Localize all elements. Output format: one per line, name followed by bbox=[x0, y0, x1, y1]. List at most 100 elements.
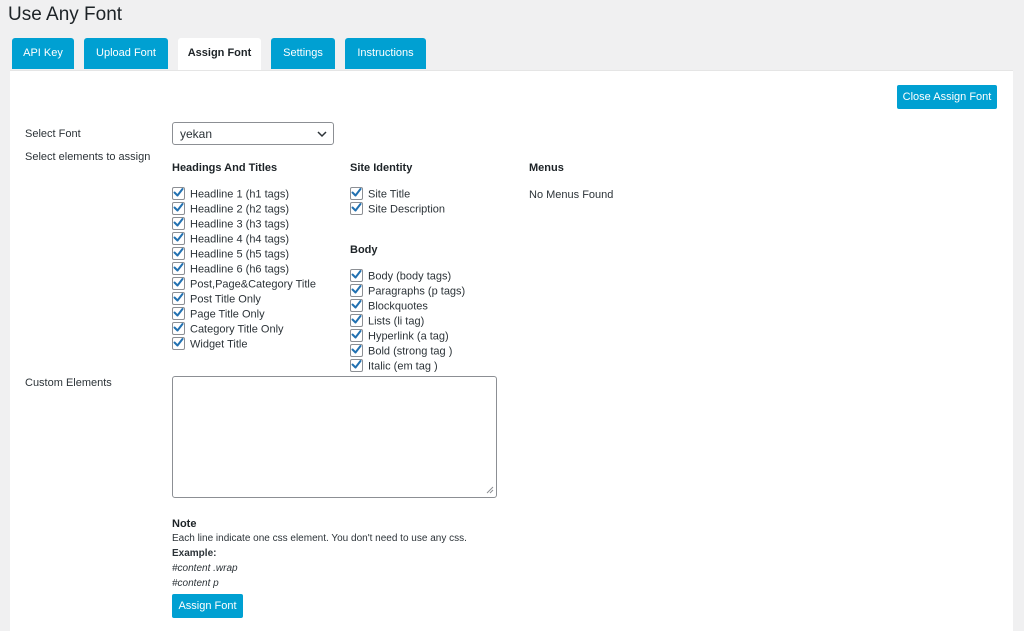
heading-option-label: Headline 6 (h6 tags) bbox=[190, 263, 290, 276]
select-elements-label: Select elements to assign bbox=[25, 151, 151, 163]
heading-option-label: Headline 2 (h2 tags) bbox=[190, 203, 290, 216]
heading-option-label: Widget Title bbox=[190, 337, 248, 350]
site-identity-group-title: Site Identity bbox=[350, 162, 413, 174]
select-font-label: Select Font bbox=[25, 128, 81, 140]
heading-option-label: Headline 1 (h1 tags) bbox=[190, 188, 290, 201]
body-option-label: Paragraphs (p tags) bbox=[368, 285, 466, 298]
assign-font-button[interactable]: Assign Font bbox=[172, 594, 243, 618]
checkbox[interactable] bbox=[350, 313, 363, 327]
site-identity-option[interactable]: Site Description bbox=[350, 201, 446, 217]
heading-option[interactable]: Headline 6 (h6 tags) bbox=[172, 261, 290, 277]
checkbox[interactable] bbox=[172, 216, 185, 230]
check-icon bbox=[173, 247, 184, 257]
check-icon bbox=[173, 202, 184, 212]
check-icon bbox=[351, 359, 362, 369]
body-option-label: Bold (strong tag ) bbox=[368, 345, 453, 358]
heading-option[interactable]: Widget Title bbox=[172, 336, 248, 352]
body-option-label: Italic (em tag ) bbox=[368, 360, 438, 373]
checkbox[interactable] bbox=[350, 298, 363, 312]
heading-option[interactable]: Headline 3 (h3 tags) bbox=[172, 216, 290, 232]
tab-assign-font[interactable]: Assign Font bbox=[178, 38, 261, 70]
heading-option[interactable]: Page Title Only bbox=[172, 306, 265, 322]
page-title: Use Any Font bbox=[8, 4, 123, 25]
checkbox[interactable] bbox=[172, 336, 185, 350]
site-identity-option-label: Site Title bbox=[368, 188, 411, 201]
checkbox[interactable] bbox=[172, 276, 185, 290]
heading-option[interactable]: Headline 1 (h1 tags) bbox=[172, 187, 290, 202]
checkbox[interactable] bbox=[350, 187, 363, 200]
site-identity-option[interactable]: Site Title bbox=[350, 187, 411, 202]
heading-option-label: Category Title Only bbox=[190, 322, 284, 335]
checkbox[interactable] bbox=[172, 187, 185, 200]
checkbox[interactable] bbox=[172, 261, 185, 275]
headings-group-title: Headings And Titles bbox=[172, 162, 278, 174]
checkbox[interactable] bbox=[350, 343, 363, 357]
close-assign-font-button[interactable]: Close Assign Font bbox=[897, 85, 997, 109]
body-option[interactable]: Hyperlink (a tag) bbox=[350, 328, 449, 344]
site-identity-option-label: Site Description bbox=[368, 203, 446, 216]
check-icon bbox=[173, 232, 184, 242]
heading-option-label: Post Title Only bbox=[190, 293, 261, 306]
check-icon bbox=[173, 262, 184, 272]
heading-option[interactable]: Category Title Only bbox=[172, 321, 284, 337]
tab-settings[interactable]: Settings bbox=[271, 38, 335, 69]
checkbox[interactable] bbox=[172, 246, 185, 260]
heading-option-label: Page Title Only bbox=[190, 308, 265, 320]
check-icon bbox=[351, 270, 362, 279]
body-option[interactable]: Paragraphs (p tags) bbox=[350, 283, 466, 299]
checkbox[interactable] bbox=[172, 306, 185, 320]
heading-option[interactable]: Post Title Only bbox=[172, 291, 261, 307]
body-option[interactable]: Italic (em tag ) bbox=[350, 358, 438, 374]
check-icon bbox=[173, 217, 184, 227]
heading-option[interactable]: Post,Page&Category Title bbox=[172, 276, 316, 292]
check-icon bbox=[351, 314, 362, 324]
heading-option-label: Post,Page&Category Title bbox=[190, 278, 316, 291]
tab-api-key[interactable]: API Key bbox=[12, 38, 74, 69]
menus-group-title: Menus bbox=[529, 162, 564, 174]
font-select[interactable]: yekan bbox=[172, 122, 334, 145]
heading-option-label: Headline 4 (h4 tags) bbox=[190, 233, 290, 246]
check-icon bbox=[173, 322, 184, 332]
checkbox[interactable] bbox=[172, 201, 185, 215]
checkbox[interactable] bbox=[350, 269, 363, 282]
check-icon bbox=[173, 307, 184, 317]
heading-option[interactable]: Headline 4 (h4 tags) bbox=[172, 231, 290, 247]
checkbox[interactable] bbox=[350, 328, 363, 342]
resize-grip-icon[interactable] bbox=[486, 486, 494, 495]
check-icon bbox=[351, 284, 362, 294]
body-option-label: Hyperlink (a tag) bbox=[368, 330, 449, 343]
check-icon bbox=[351, 344, 362, 354]
tab-instructions[interactable]: Instructions bbox=[345, 38, 426, 69]
body-group-title: Body bbox=[350, 244, 378, 256]
heading-option-label: Headline 3 (h3 tags) bbox=[190, 218, 290, 231]
check-icon bbox=[351, 299, 362, 309]
assign-font-panel: Close Assign Font Select Font yekan Sele… bbox=[10, 70, 1013, 631]
heading-option[interactable]: Headline 2 (h2 tags) bbox=[172, 201, 290, 217]
body-option[interactable]: Body (body tags) bbox=[350, 269, 451, 284]
body-option[interactable]: Blockquotes bbox=[350, 298, 428, 314]
note-title: Note bbox=[172, 518, 197, 530]
example-line-1: #content .wrap bbox=[172, 563, 238, 574]
check-icon bbox=[351, 188, 362, 197]
check-icon bbox=[173, 277, 184, 287]
body-option[interactable]: Bold (strong tag ) bbox=[350, 343, 453, 359]
checkbox[interactable] bbox=[172, 291, 185, 305]
custom-elements-textarea[interactable] bbox=[172, 376, 497, 498]
heading-option-label: Headline 5 (h5 tags) bbox=[190, 248, 290, 261]
check-icon bbox=[173, 292, 184, 302]
checkbox[interactable] bbox=[350, 283, 363, 297]
check-icon bbox=[173, 188, 184, 197]
chevron-down-icon bbox=[317, 123, 327, 155]
custom-elements-label: Custom Elements bbox=[25, 377, 112, 389]
tab-upload-font[interactable]: Upload Font bbox=[84, 38, 168, 69]
checkbox[interactable] bbox=[172, 321, 185, 335]
checkbox[interactable] bbox=[172, 231, 185, 245]
no-menus-text: No Menus Found bbox=[529, 189, 614, 201]
example-line-2: #content p bbox=[172, 578, 219, 589]
checkbox[interactable] bbox=[350, 358, 363, 372]
body-option[interactable]: Lists (li tag) bbox=[350, 313, 424, 329]
checkbox[interactable] bbox=[350, 201, 363, 215]
body-option-label: Blockquotes bbox=[368, 300, 428, 313]
note-text: Each line indicate one css element. You … bbox=[172, 533, 467, 544]
heading-option[interactable]: Headline 5 (h5 tags) bbox=[172, 246, 290, 262]
